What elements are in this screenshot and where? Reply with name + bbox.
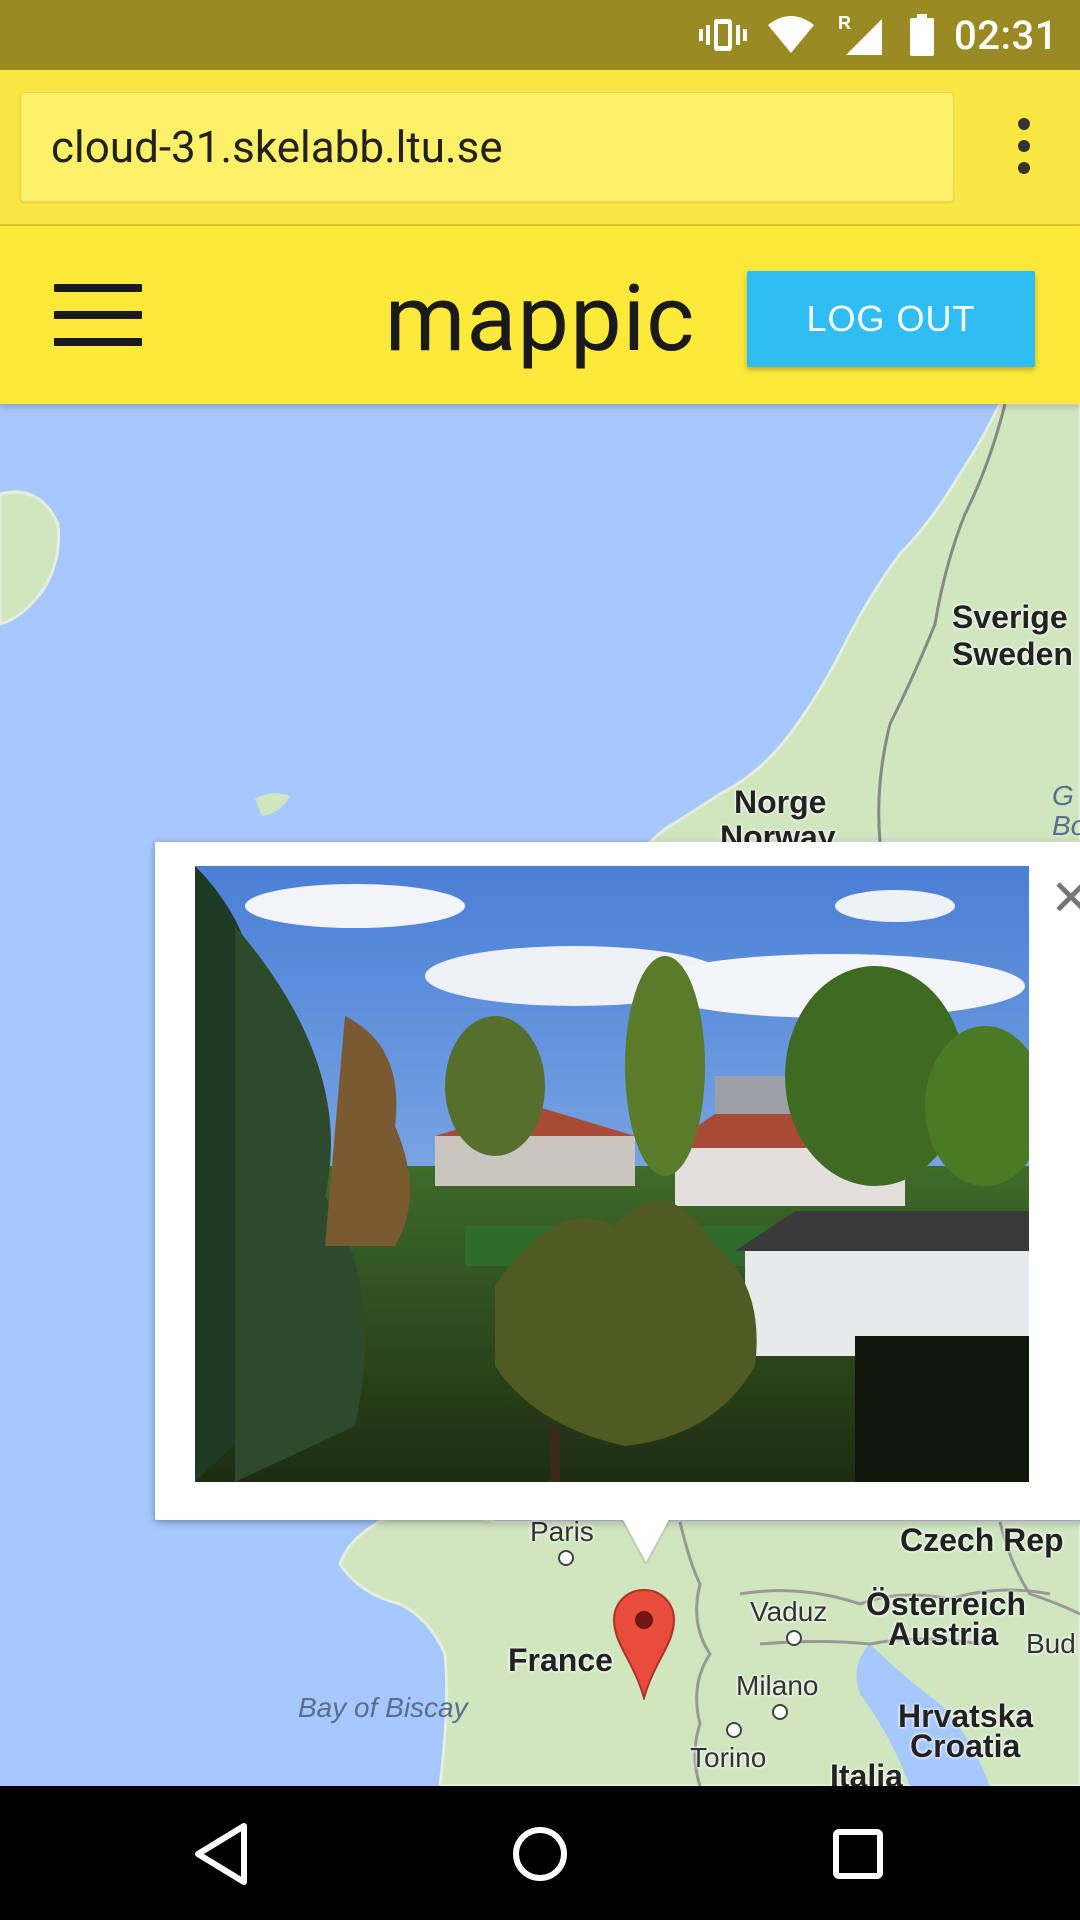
status-icons: R 02:31 (698, 0, 1058, 70)
info-window-tail (622, 1518, 670, 1562)
map-label-bo: Bo (1052, 810, 1080, 841)
photo-image (195, 866, 1029, 1482)
map-label-g: G (1052, 780, 1074, 811)
cell-signal-roaming-icon: R (838, 13, 883, 55)
close-icon[interactable]: ✕ (1050, 874, 1080, 924)
map-label-norge: Norge (734, 784, 827, 820)
city-dot-milano (772, 1704, 788, 1720)
map-label-france: France (508, 1642, 613, 1678)
more-vert-icon[interactable] (1014, 118, 1034, 178)
city-dot-torino (726, 1722, 742, 1738)
map-label-milano: Milano (736, 1670, 819, 1701)
battery-icon (910, 14, 935, 56)
back-triangle-icon[interactable] (186, 1818, 258, 1890)
map-label-bay-of-biscay: Bay of Biscay (298, 1692, 468, 1723)
map-label-bud: Bud (1026, 1628, 1076, 1659)
map-label-austria: Austria (888, 1616, 999, 1652)
vibrate-icon (699, 19, 748, 51)
map-label-torino: Torino (690, 1742, 767, 1773)
map-label-italia: Italia (830, 1758, 903, 1786)
map-label-croatia: Croatia (910, 1728, 1021, 1764)
city-dot-vaduz (786, 1630, 802, 1646)
map-label-czech: Czech Rep (900, 1522, 1064, 1558)
app-header: mappic LOG OUT (0, 226, 1080, 404)
map-label-sweden: Sweden (952, 636, 1073, 672)
map-label-vaduz: Vaduz (750, 1596, 828, 1627)
map-pin-icon[interactable] (612, 1588, 676, 1700)
logout-button[interactable]: LOG OUT (747, 271, 1035, 367)
map-label-sverige: Sverige (952, 599, 1068, 635)
home-circle-icon[interactable] (504, 1818, 576, 1890)
recents-square-icon[interactable] (822, 1818, 894, 1890)
nav-bar (0, 1786, 1080, 1920)
status-time: 02:31 (954, 11, 1058, 59)
map-label-paris: Paris (530, 1516, 594, 1547)
city-dot-paris (558, 1550, 574, 1566)
url-field[interactable]: cloud-31.skelabb.ltu.se (20, 92, 954, 202)
map-info-window: ✕ (155, 842, 1080, 1562)
wifi-icon (768, 16, 815, 53)
status-bar: R 02:31 (0, 0, 1080, 70)
roaming-label: R (838, 13, 851, 33)
info-photo[interactable] (195, 866, 1029, 1482)
url-text[interactable]: cloud-31.skelabb.ltu.se (51, 121, 503, 173)
browser-toolbar: cloud-31.skelabb.ltu.se (0, 70, 1080, 226)
